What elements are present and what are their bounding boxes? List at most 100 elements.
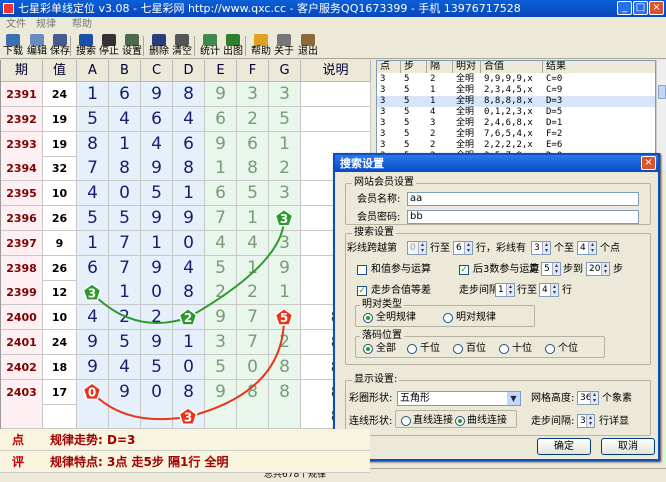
maximize-button[interactable]: □	[633, 1, 648, 15]
list-cell: 5	[404, 85, 410, 95]
interval-prefix: 走步间隔	[459, 285, 499, 296]
points-to-spin[interactable]: 4 ▴ ▾	[577, 241, 597, 255]
points-to-value: 4	[580, 243, 586, 253]
line-curve-radio[interactable]	[455, 416, 465, 426]
walk-to-value: 20	[589, 264, 601, 274]
list-cell: 全明	[456, 140, 475, 150]
list-cell: F=2	[546, 129, 563, 139]
points-from-spin[interactable]: 3 ▴ ▾	[531, 241, 551, 255]
list-cell: 4	[430, 107, 436, 117]
pos-unit-label: 个位	[558, 343, 578, 354]
list-cell: 3	[380, 107, 386, 117]
walk-mid: 步到	[563, 264, 583, 275]
ok-button[interactable]: 确定	[537, 438, 591, 455]
walk-from-value: 5	[544, 264, 550, 274]
list-cell: 3	[380, 74, 386, 84]
list-cell: 5	[404, 140, 410, 150]
interval-to-spin[interactable]: 4 ▴ ▾	[539, 283, 559, 297]
marker-label: 3	[184, 410, 192, 424]
step-value: 3	[580, 416, 586, 426]
list-cell: 全明	[456, 85, 475, 95]
list-cell: 3	[430, 118, 436, 128]
walk-from-spin[interactable]: 5 ▴ ▾	[541, 262, 561, 276]
grid-height-label: 网格高度:	[531, 393, 575, 404]
sum-label: 和值参与运算	[371, 264, 431, 275]
list-cell: 5	[404, 118, 410, 128]
chevron-down-icon: ▼	[507, 392, 520, 405]
cancel-button[interactable]: 取消	[601, 438, 655, 455]
list-cell: 2	[430, 140, 436, 150]
pentagon-marker: 3	[178, 406, 198, 425]
pos-unit-radio[interactable]	[545, 344, 555, 354]
pos-hundred-radio[interactable]	[453, 344, 463, 354]
points-suffix: 个点	[600, 243, 620, 254]
list-cell: 1	[430, 96, 436, 106]
list-cell: 全明	[456, 107, 475, 117]
shape-select[interactable]: 五角形 ▼	[397, 391, 521, 406]
pentagon-marker: 0	[82, 382, 102, 401]
line-straight-label: 直线连接	[413, 415, 453, 426]
cross-to-value: 6	[456, 243, 462, 253]
dialog-close-button[interactable]: ×	[641, 156, 656, 170]
line-curve-label: 曲线连接	[467, 415, 507, 426]
cross-to-spin[interactable]: 6 ▴ ▾	[453, 241, 473, 255]
equal-label: 走步合值等差	[371, 285, 431, 296]
list-row[interactable]: 3 5 1 全明 2,3,4,5,x C=9	[377, 85, 655, 96]
list-header[interactable]: 步	[401, 61, 427, 73]
step-label: 走步间隔:	[531, 416, 575, 427]
list-cell: 1	[430, 85, 436, 95]
list-row[interactable]: 3 5 1 全明 8,8,8,8,x D=3	[377, 96, 655, 107]
close-button[interactable]: ×	[649, 1, 664, 15]
cross-from-spin[interactable]: 0 ▴ ▾	[407, 241, 427, 255]
member-name-input[interactable]: aa	[407, 192, 639, 206]
pos-hundred-label: 百位	[466, 343, 486, 354]
red-trend-line	[91, 317, 285, 421]
list-header[interactable]: 结果	[543, 61, 655, 73]
list-header[interactable]: 合值	[481, 61, 543, 73]
list-cell: D=5	[546, 107, 563, 117]
cross-mid: 行至	[430, 243, 450, 254]
list-cell: 全明	[456, 118, 475, 128]
interval-mid: 行至	[517, 285, 537, 296]
list-cell: 2,2,2,2,x	[484, 140, 533, 150]
list-row[interactable]: 3 5 4 全明 0,1,2,3,x D=5	[377, 107, 655, 118]
last3-checkbox[interactable]: ✓	[459, 265, 469, 275]
grid-height-spin[interactable]: 36 ▴ ▾	[577, 391, 599, 405]
list-cell: C=0	[546, 74, 563, 84]
list-cell: 3	[380, 129, 386, 139]
list-row[interactable]: 3 5 2 全明 9,9,9,9,x C=0	[377, 74, 655, 85]
points-mid: 个至	[554, 243, 574, 254]
mingdui-pair-label: 明对规律	[456, 312, 496, 323]
interval-from-spin[interactable]: 1 ▴ ▾	[495, 283, 515, 297]
walk-to-spin[interactable]: 20 ▴ ▾	[586, 262, 610, 276]
list-header[interactable]: 隔	[427, 61, 453, 73]
search-settings-dialog: 搜索设置 × 网站会员设置 会员名称: aa 会员密码: bb 搜索设置 彩线跨…	[333, 153, 660, 461]
pentagon-marker: 5	[274, 307, 294, 326]
minimize-button[interactable]: _	[617, 1, 632, 15]
member-pwd-input[interactable]: bb	[407, 210, 639, 224]
pos-thousand-label: 千位	[420, 343, 440, 354]
list-cell: 5	[404, 129, 410, 139]
list-cell: 3	[380, 96, 386, 106]
trend-overlay: 3 3 2 0 3 5	[82, 208, 294, 425]
interval-to-value: 4	[542, 285, 548, 295]
step-spin[interactable]: 3 ▴ ▾	[577, 414, 595, 428]
list-cell: D=3	[546, 96, 563, 106]
points-from-value: 3	[534, 243, 540, 253]
pos-thousand-radio[interactable]	[407, 344, 417, 354]
line-straight-radio[interactable]	[401, 416, 411, 426]
dialog-title: 搜索设置	[335, 155, 658, 172]
list-row[interactable]: 3 5 2 全明 2,2,2,2,x E=6	[377, 140, 655, 151]
list-cell: 2,3,4,5,x	[484, 85, 533, 95]
list-header[interactable]: 明对	[453, 61, 481, 73]
mingdui-all-label: 全明规律	[376, 312, 416, 323]
pentagon-marker: 2	[178, 307, 198, 326]
list-row[interactable]: 3 5 3 全明 2,4,6,8,x D=1	[377, 118, 655, 129]
list-row[interactable]: 3 5 2 全明 7,6,5,4,x F=2	[377, 129, 655, 140]
pos-ten-label: 十位	[512, 343, 532, 354]
pos-ten-radio[interactable]	[499, 344, 509, 354]
scroll-thumb[interactable]	[658, 85, 666, 99]
mingdui-pair-radio[interactable]	[443, 313, 453, 323]
list-header[interactable]: 点	[377, 61, 401, 73]
list-cell: 5	[404, 74, 410, 84]
